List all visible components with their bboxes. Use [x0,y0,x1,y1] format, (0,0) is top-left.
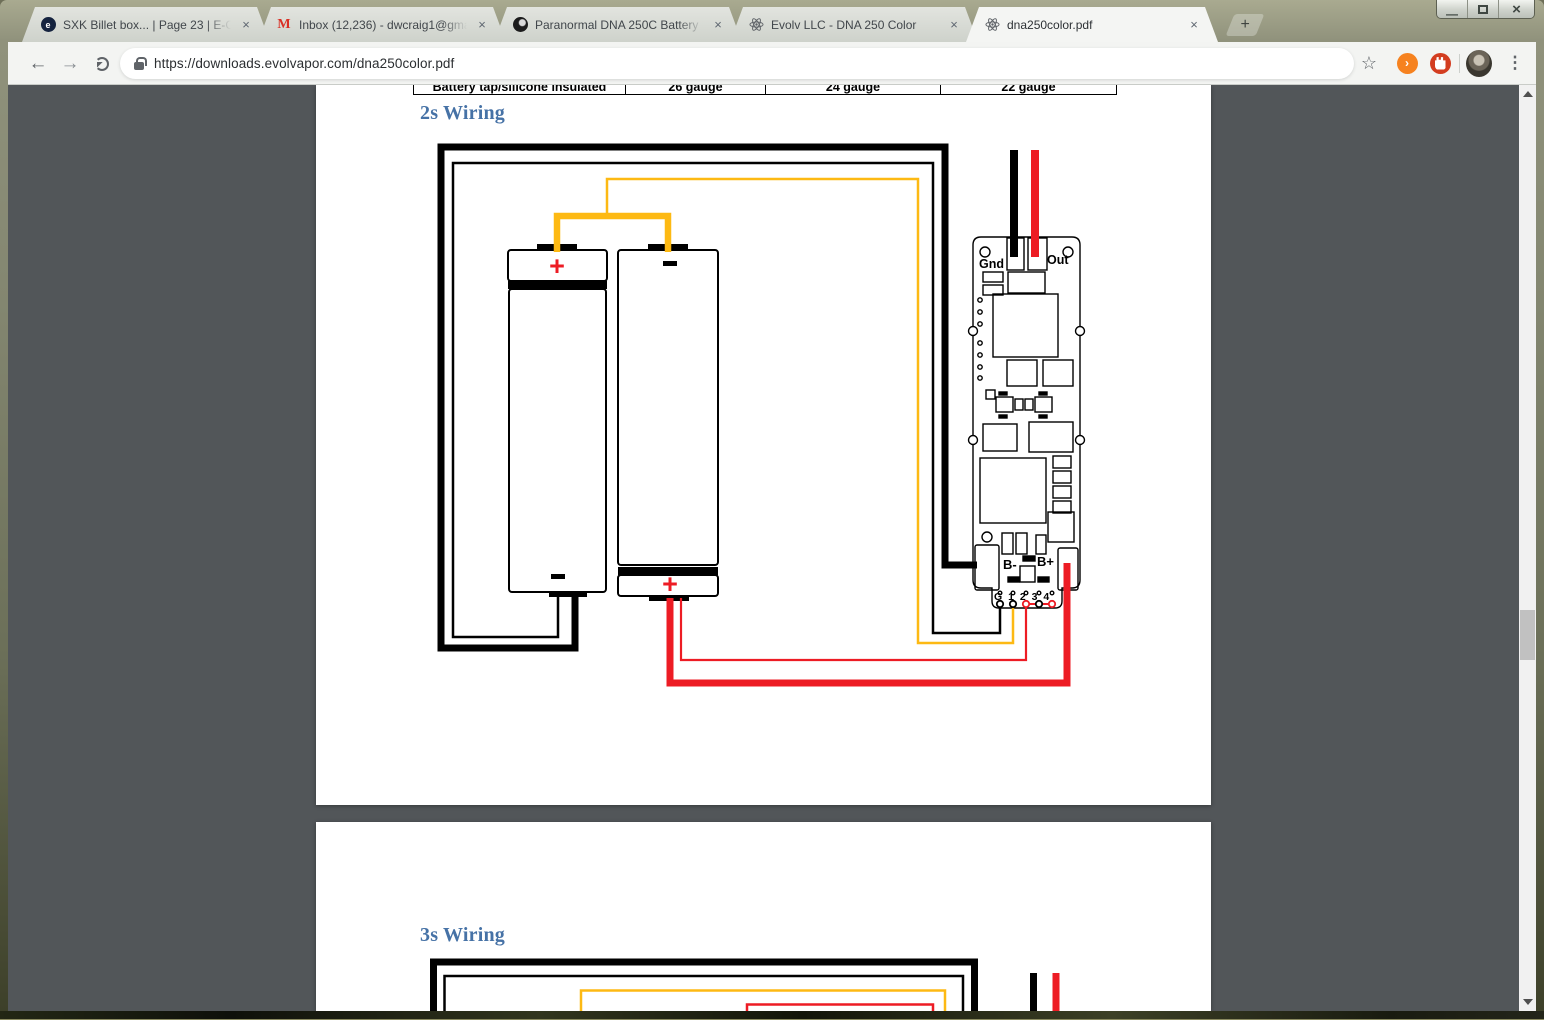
b-minus-label: B- [1003,557,1017,572]
back-button[interactable]: ← [24,50,52,78]
2s-wiring-diagram: + + [316,85,1211,805]
browser-menu-icon[interactable]: ⋮ [1502,50,1528,76]
tab-title: Paranormal DNA 250C Battery Iss [535,18,703,32]
scroll-up-arrow[interactable] [1519,85,1536,102]
address-bar[interactable]: https://downloads.evolvapor.com/dna250co… [120,48,1354,79]
paranormal-icon [512,17,528,33]
gnd-label: Gnd [979,257,1004,271]
tab-gmail-inbox[interactable]: M Inbox (12,236) - dwcraig1@gmai × [258,7,506,42]
tab-title: SXK Billet box... | Page 23 | E-Ciga [63,18,231,32]
tab-close-icon[interactable]: × [238,17,254,33]
pdf-page-1: Battery tap/silicone insulated 26 gauge … [316,85,1211,805]
browser-toolbar: ← → https://downloads.evolvapor.com/dna2… [8,42,1536,85]
dna250-board: Gnd Out B- B+ G 1 2 3 4 [969,237,1085,608]
reload-icon [95,57,109,71]
tab-close-icon[interactable]: × [946,17,962,33]
out-label: Out [1047,253,1069,267]
tab-paranormal-dna250c[interactable]: Paranormal DNA 250C Battery Iss × [494,7,742,42]
b-plus-label: B+ [1037,554,1054,569]
tab-sxk-billet-box[interactable]: e SXK Billet box... | Page 23 | E-Ciga × [22,7,270,42]
tab-close-icon[interactable]: × [474,17,490,33]
profile-avatar[interactable] [1466,50,1492,76]
tab-close-icon[interactable]: × [1186,17,1202,33]
forward-button[interactable]: → [56,50,84,78]
scroll-down-arrow[interactable] [1519,994,1536,1011]
toolbar-divider [1459,54,1460,73]
tab-close-icon[interactable]: × [710,17,726,33]
3s-yellow-tap-wire [581,991,945,1012]
ecig-forum-icon: e [40,17,56,33]
pdf-viewer[interactable]: Battery tap/silicone insulated 26 gauge … [8,85,1536,1011]
browser-window-frame: — × e SXK Billet box... | Page 23 | E-Ci… [0,0,1544,1011]
evolv-atom-icon [984,17,1000,33]
evolv-atom-icon [748,17,764,33]
battery-left-plus-mark: + [549,251,565,281]
extension-stop-hand-icon[interactable] [1427,50,1453,76]
balance-tap2-wire-thin-red [681,598,1026,660]
battery-right: + [618,244,718,601]
pdf-page-2: 3s Wiring [316,822,1211,1011]
battery-left-minus-mark [551,574,565,579]
desktop-wallpaper-strip [0,1011,1544,1020]
tab-title: Inbox (12,236) - dwcraig1@gmai [299,18,467,32]
battery-left: + [508,244,607,597]
url-text: https://downloads.evolvapor.com/dna250co… [154,56,454,71]
tab-title: Evolv LLC - DNA 250 Color [771,18,939,32]
3s-wiring-diagram-top [316,822,1211,1011]
plus-icon: + [1230,14,1260,35]
battery-right-plus-mark: + [662,569,678,599]
tab-strip: e SXK Billet box... | Page 23 | E-Ciga ×… [8,7,1536,42]
bookmark-star-icon[interactable]: ☆ [1356,50,1382,76]
new-tab-button[interactable]: + [1226,14,1265,36]
extension-orange-icon[interactable]: › [1394,50,1420,76]
lock-icon[interactable] [134,62,144,70]
reload-button[interactable] [88,50,116,78]
gmail-icon: M [276,17,292,33]
scrollbar-thumb[interactable] [1520,610,1535,660]
vertical-scrollbar[interactable] [1519,85,1536,1011]
tab-title: dna250color.pdf [1007,18,1179,32]
battery-right-minus-mark [663,261,677,266]
tab-dna250color-pdf-active[interactable]: dna250color.pdf × [966,7,1218,42]
tab-evolv-llc[interactable]: Evolv LLC - DNA 250 Color × [730,7,978,42]
